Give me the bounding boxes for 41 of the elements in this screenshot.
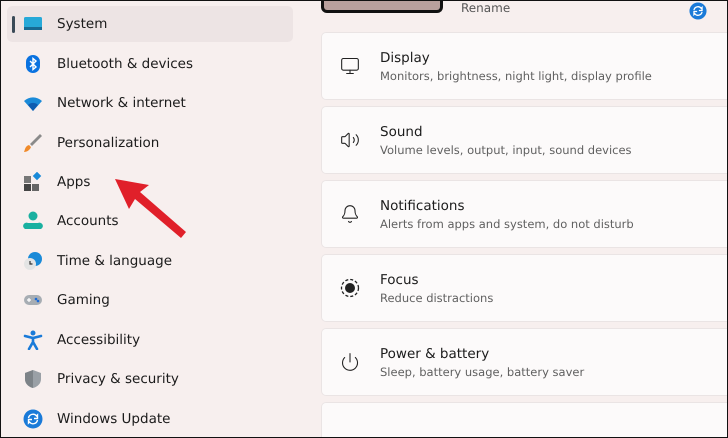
monitor-icon: [340, 56, 360, 76]
sidebar-item[interactable]: Accessibility: [7, 322, 293, 358]
settings-card[interactable]: Sound Volume levels, output, input, sound devices: [321, 106, 727, 174]
card-subtitle: Reduce distractions: [380, 290, 494, 304]
globe-clock-icon: [23, 250, 43, 271]
card-subtitle: Volume levels, output, input, sound devices: [380, 142, 632, 156]
accessibility-icon: [23, 330, 43, 350]
card-subtitle: Monitors, brightness, night light, display profile: [380, 68, 652, 82]
sidebar-item[interactable]: Bluetooth & devices: [7, 45, 293, 82]
refresh-icon[interactable]: [689, 2, 707, 20]
shield-icon: [23, 369, 43, 390]
refresh-icon: [23, 408, 43, 429]
card-title: Sound: [380, 124, 424, 140]
settings-card[interactable]: Notifications Alerts from apps and system, do not disturb: [321, 180, 727, 248]
sidebar-item[interactable]: Privacy & security: [7, 361, 293, 398]
sidebar-item[interactable]: System: [7, 6, 293, 42]
card-title: Display: [380, 50, 431, 66]
card-title: Notifications: [380, 198, 466, 214]
speaker-icon: [340, 130, 360, 150]
rename-link[interactable]: Rename: [461, 1, 510, 15]
sidebar-item[interactable]: Network & internet: [7, 84, 293, 122]
card-title: Power & battery: [380, 346, 490, 362]
focus-icon: [340, 278, 360, 298]
card-subtitle: Alerts from apps and system, do not disturb: [380, 216, 634, 230]
settings-card[interactable]: Power & battery Sleep, battery usage, battery saver: [321, 328, 727, 396]
sidebar-item[interactable]: Windows Update: [7, 400, 293, 437]
settings-card[interactable]: Display Monitors, brightness, night light, display profile: [321, 32, 727, 100]
apps-icon: [23, 172, 43, 192]
settings-card[interactable]: Focus Reduce distractions: [321, 254, 727, 322]
card-title: Focus: [380, 272, 420, 288]
sidebar-item[interactable]: Apps: [7, 164, 293, 200]
sidebar-item[interactable]: Accounts: [7, 203, 293, 240]
bluetooth-icon: [23, 54, 43, 74]
person-icon: [23, 211, 43, 232]
paintbrush-icon: [23, 132, 43, 153]
bell-icon: [340, 204, 360, 224]
sidebar-item[interactable]: Time & language: [7, 242, 293, 280]
sidebar-item[interactable]: Personalization: [7, 124, 293, 161]
sidebar-item[interactable]: Gaming: [7, 282, 293, 319]
card-subtitle: Sleep, battery usage, battery saver: [380, 364, 584, 378]
power-icon: [340, 352, 360, 372]
